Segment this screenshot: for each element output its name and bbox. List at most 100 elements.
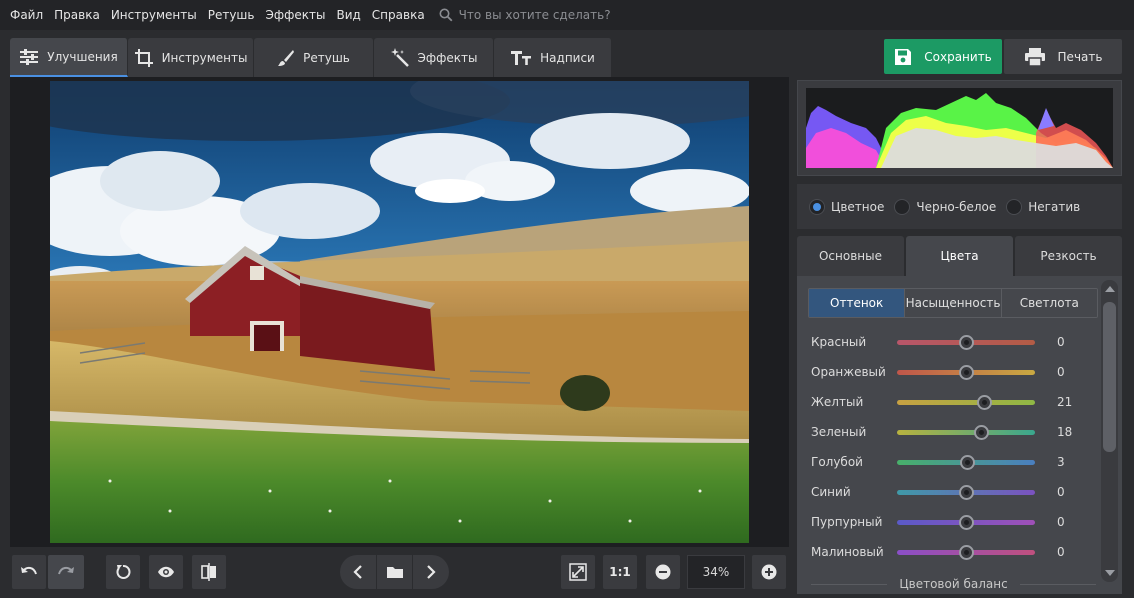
panel-scrollbar[interactable]: [1101, 280, 1118, 582]
scroll-down-arrow-icon[interactable]: [1105, 570, 1115, 576]
command-search[interactable]: Что вы хотите сделать?: [439, 8, 611, 22]
bottom-toolbar: 1:1 34%: [10, 550, 789, 594]
tab-retouch[interactable]: Ретушь: [254, 38, 374, 77]
seg-lightness[interactable]: Светлота: [1001, 289, 1097, 317]
mode-color-radio[interactable]: Цветное: [809, 198, 885, 215]
slider-knob[interactable]: [960, 454, 976, 470]
colors-panel: Оттенок Насыщенность Светлота Красный 0 Ор…: [797, 276, 1122, 594]
tab-captions[interactable]: Надписи: [494, 38, 612, 77]
undo-button[interactable]: [12, 555, 46, 589]
tab-basic[interactable]: Основные: [797, 236, 904, 276]
zoom-in-button[interactable]: [752, 555, 786, 589]
slider-value: 3: [1057, 455, 1065, 469]
tab-sharpness[interactable]: Резкость: [1015, 236, 1122, 276]
undo-icon: [21, 566, 37, 575]
scroll-up-arrow-icon[interactable]: [1105, 286, 1115, 292]
radio-dot: [1006, 198, 1023, 215]
slider-knob[interactable]: [959, 334, 974, 350]
slider-yellow: Желтый 21: [811, 392, 1096, 412]
adjustment-tabs: Основные Цвета Резкость: [797, 236, 1122, 276]
seg-hue[interactable]: Оттенок: [809, 289, 906, 317]
slider-value: 0: [1057, 485, 1065, 499]
scrollbar-thumb[interactable]: [1103, 302, 1116, 452]
rotate-button[interactable]: [106, 555, 140, 589]
slider-value: 0: [1057, 335, 1065, 349]
slider-value: 0: [1057, 365, 1065, 379]
text-icon: [510, 50, 532, 66]
slider-label: Голубой: [811, 455, 863, 469]
slider-knob[interactable]: [959, 484, 974, 500]
mode-bw-radio[interactable]: Черно-белое: [894, 198, 996, 215]
compare-button[interactable]: [192, 555, 226, 589]
magic-wand-icon: [390, 47, 410, 68]
tab-tools[interactable]: Инструменты: [128, 38, 254, 77]
slider-cyan: Голубой 3: [811, 452, 1096, 472]
minus-circle-icon: [655, 564, 671, 580]
slider-track[interactable]: [897, 394, 1035, 410]
menu-file[interactable]: Файл: [10, 8, 43, 22]
menu-effects[interactable]: Эффекты: [265, 8, 325, 22]
actual-size-button[interactable]: 1:1: [603, 555, 637, 589]
menu-edit[interactable]: Правка: [54, 8, 100, 22]
slider-label: Пурпурный: [811, 515, 883, 529]
radio-dot: [809, 198, 825, 215]
next-image-button[interactable]: [413, 555, 449, 589]
divider: [811, 583, 888, 585]
mode-label: Цветное: [831, 199, 885, 214]
slider-value: 18: [1057, 425, 1073, 439]
menu-retouch[interactable]: Ретушь: [208, 8, 255, 22]
slider-label: Оранжевый: [811, 365, 886, 379]
redo-button[interactable]: [48, 555, 84, 589]
open-folder-button[interactable]: [377, 555, 412, 589]
image-canvas[interactable]: [10, 77, 789, 547]
folder-icon: [386, 567, 403, 578]
menu-tools[interactable]: Инструменты: [111, 8, 197, 22]
slider-track[interactable]: [897, 364, 1035, 380]
tab-colors[interactable]: Цвета: [906, 236, 1013, 276]
slider-value: 0: [1057, 515, 1065, 529]
previous-image-button[interactable]: [340, 555, 376, 589]
slider-knob[interactable]: [959, 514, 974, 530]
menu-help[interactable]: Справка: [372, 8, 425, 22]
slider-knob[interactable]: [959, 364, 974, 380]
tab-label: Эффекты: [417, 50, 478, 65]
slider-track[interactable]: [897, 514, 1035, 530]
histogram-panel: [797, 80, 1122, 176]
seg-saturation[interactable]: Насыщенность: [905, 289, 1002, 317]
slider-label: Малиновый: [811, 545, 884, 559]
slider-label: Красный: [811, 335, 867, 349]
slider-blue: Синий 0: [811, 482, 1096, 502]
menu-bar: Файл Правка Инструменты Ретушь Эффекты В…: [0, 0, 1134, 30]
zoom-out-button[interactable]: [646, 555, 680, 589]
slider-track[interactable]: [897, 454, 1035, 470]
tab-effects[interactable]: Эффекты: [374, 38, 494, 77]
slider-knob[interactable]: [959, 544, 974, 560]
crop-icon: [134, 48, 154, 68]
slider-knob[interactable]: [974, 424, 990, 440]
floppy-disk-icon: [894, 48, 912, 66]
menu-view[interactable]: Вид: [336, 8, 360, 22]
slider-track[interactable]: [897, 484, 1035, 500]
mode-negative-radio[interactable]: Негатив: [1006, 198, 1081, 215]
slider-knob[interactable]: [976, 394, 992, 410]
tab-label: Надписи: [540, 50, 595, 65]
mode-label: Негатив: [1028, 199, 1081, 214]
color-balance-heading: Цветовой баланс: [811, 577, 1097, 591]
slider-purple: Пурпурный 0: [811, 512, 1096, 532]
compare-icon: [201, 563, 216, 581]
save-button[interactable]: Сохранить: [884, 39, 1002, 74]
divider: [1019, 583, 1097, 585]
preview-button[interactable]: [149, 555, 183, 589]
slider-label: Синий: [811, 485, 851, 499]
tab-enhancements[interactable]: Улучшения: [10, 38, 128, 77]
slider-track[interactable]: [897, 424, 1035, 440]
zoom-level[interactable]: 34%: [687, 555, 745, 589]
photo-barn-landscape: [50, 81, 749, 543]
fit-to-screen-button[interactable]: [561, 555, 595, 589]
slider-track[interactable]: [897, 544, 1035, 560]
print-button[interactable]: Печать: [1004, 39, 1122, 74]
eye-icon: [158, 566, 174, 578]
histogram: [806, 88, 1113, 168]
slider-value: 21: [1057, 395, 1073, 409]
slider-track[interactable]: [897, 334, 1035, 350]
